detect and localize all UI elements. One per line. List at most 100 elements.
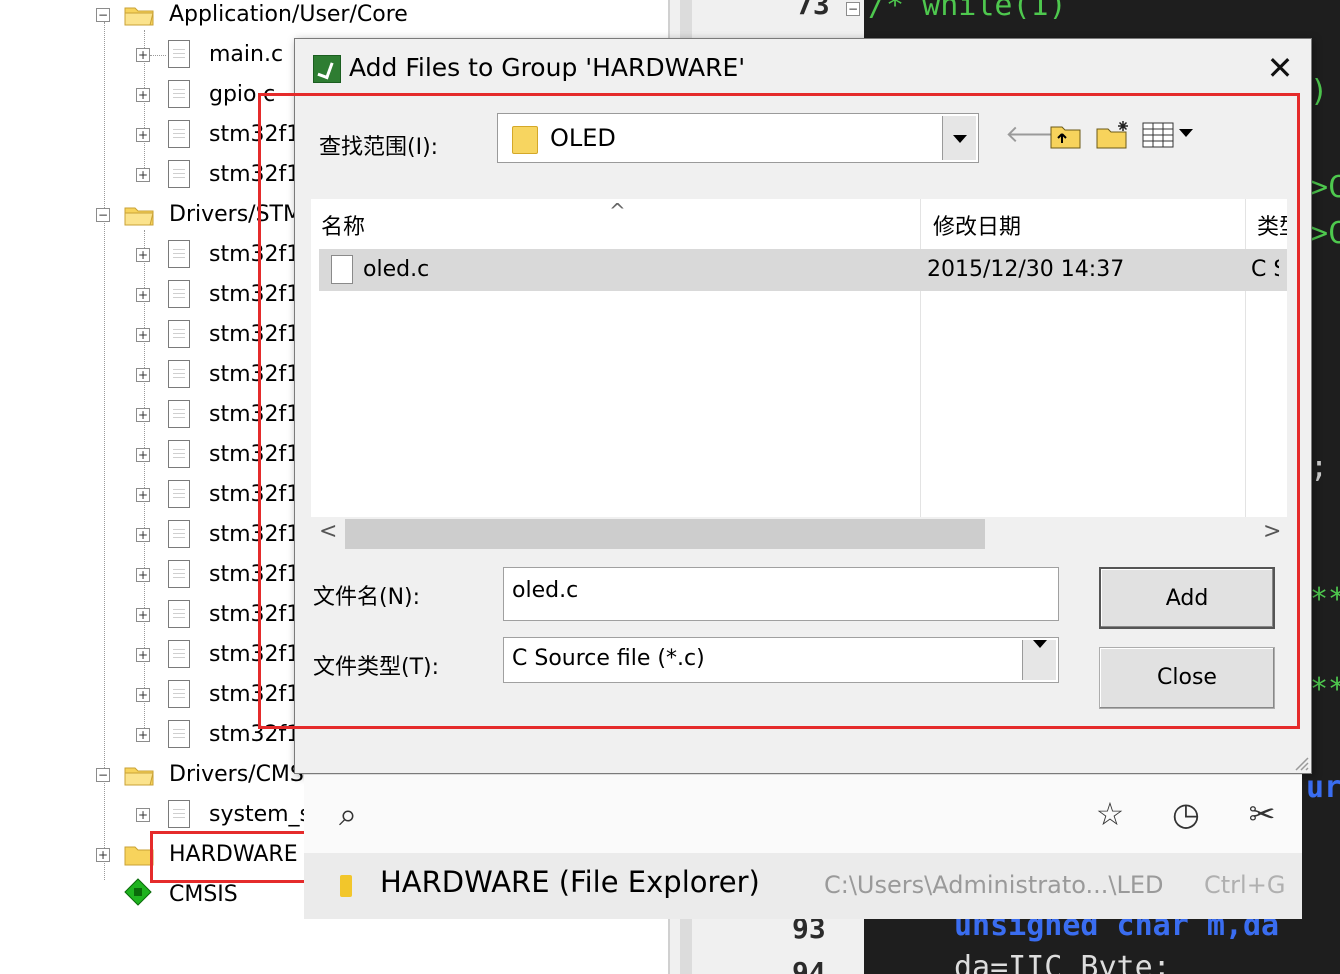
code-line: /* while(1) — [868, 0, 1067, 23]
file-label[interactable]: stm32f1 — [209, 562, 300, 587]
file-name-value: oled.c — [512, 578, 579, 603]
file-label[interactable]: gpio.c — [209, 82, 275, 107]
fold-toggle[interactable]: − — [846, 2, 860, 16]
file-label[interactable]: stm32f1 — [209, 162, 300, 187]
file-list[interactable]: ^ 名称 修改日期 类型 oled.c 2015/12/30 14:37 C S… — [311, 199, 1287, 551]
file-label[interactable]: stm32f1 — [209, 722, 300, 747]
file-label[interactable]: system_s — [209, 802, 311, 827]
expand-toggle[interactable]: + — [136, 88, 150, 102]
file-label[interactable]: stm32f1 — [209, 402, 300, 427]
column-header-modified[interactable]: 修改日期 — [933, 209, 1021, 241]
close-button[interactable]: Close — [1099, 647, 1275, 709]
expand-toggle[interactable]: + — [136, 688, 150, 702]
column-divider[interactable] — [1245, 199, 1246, 517]
resize-grip-icon[interactable] — [1291, 753, 1309, 771]
sort-ascending-icon: ^ — [609, 199, 626, 223]
expand-toggle[interactable]: + — [136, 48, 150, 62]
search-icon[interactable]: ⌕ — [328, 795, 368, 834]
file-label[interactable]: stm32f1 — [209, 362, 300, 387]
expand-toggle[interactable]: + — [136, 568, 150, 582]
collapse-toggle[interactable]: − — [96, 8, 110, 22]
view-menu-icon[interactable] — [1141, 119, 1197, 151]
file-icon — [168, 280, 190, 308]
collapse-toggle[interactable]: − — [96, 768, 110, 782]
file-label[interactable]: stm32f1 — [209, 322, 300, 347]
code-line: ur — [1306, 770, 1340, 805]
group-label[interactable]: Drivers/CMS — [169, 762, 304, 787]
back-icon[interactable]: 🡐 — [1005, 119, 1069, 151]
column-divider[interactable] — [920, 199, 921, 517]
file-icon — [168, 160, 190, 188]
expand-toggle[interactable]: + — [136, 328, 150, 342]
expand-toggle[interactable]: + — [136, 808, 150, 822]
folder-icon — [124, 846, 154, 866]
expand-toggle[interactable]: + — [136, 128, 150, 142]
column-header-name[interactable]: 名称 — [321, 209, 365, 241]
expand-toggle[interactable]: + — [136, 368, 150, 382]
file-label[interactable]: stm32f1 — [209, 522, 300, 547]
file-icon — [168, 240, 190, 268]
cmsis-component-icon — [124, 878, 152, 906]
file-label[interactable]: stm32f1 — [209, 642, 300, 667]
line-number: 73 — [796, 0, 830, 21]
file-type-select[interactable]: C Source file (*.c) — [503, 637, 1059, 683]
scroll-left-icon[interactable]: < — [319, 519, 337, 544]
file-label[interactable]: stm32f1 — [209, 122, 300, 147]
code-line: >C — [1310, 216, 1340, 251]
result-title: HARDWARE (File Explorer) — [380, 865, 760, 899]
scrollbar-thumb[interactable] — [345, 519, 985, 549]
collapse-toggle[interactable]: − — [96, 208, 110, 222]
file-label[interactable]: stm32f1 — [209, 482, 300, 507]
add-button[interactable]: Add — [1099, 567, 1275, 629]
close-icon[interactable]: ✕ — [1261, 51, 1299, 85]
code-line: >C — [1310, 170, 1340, 205]
file-icon — [168, 480, 190, 508]
expand-toggle[interactable]: + — [136, 288, 150, 302]
file-row[interactable]: oled.c 2015/12/30 14:37 C Source file — [319, 249, 1287, 291]
file-label[interactable]: stm32f1 — [209, 602, 300, 627]
file-label[interactable]: stm32f1 — [209, 282, 300, 307]
expand-toggle[interactable]: + — [136, 728, 150, 742]
file-icon — [168, 320, 190, 348]
cmsis-label[interactable]: CMSIS — [169, 882, 238, 907]
group-label[interactable]: Drivers/STM — [169, 202, 302, 227]
expand-toggle[interactable]: + — [136, 648, 150, 662]
expand-toggle[interactable]: + — [136, 528, 150, 542]
expand-toggle[interactable]: + — [96, 848, 110, 862]
expand-toggle[interactable]: + — [136, 248, 150, 262]
expand-toggle[interactable]: + — [136, 168, 150, 182]
look-in-select[interactable]: OLED — [497, 113, 979, 163]
star-icon[interactable]: ☆ — [1090, 795, 1130, 833]
result-shortcut: Ctrl+G — [1204, 871, 1286, 899]
file-type-cell: C Source file — [1251, 257, 1279, 282]
new-folder-icon[interactable] — [1095, 119, 1131, 151]
code-line: ; — [1310, 450, 1329, 485]
tools-icon[interactable]: ✂ — [1242, 795, 1282, 833]
up-folder-icon[interactable] — [1049, 119, 1083, 151]
look-in-label: 查找范围(I): — [319, 135, 439, 160]
file-icon — [168, 80, 190, 108]
file-label[interactable]: stm32f1 — [209, 682, 300, 707]
group-label[interactable]: HARDWARE — [169, 842, 298, 867]
chevron-down-icon[interactable] — [1022, 640, 1056, 680]
file-name-cell: oled.c — [363, 257, 430, 282]
file-icon — [168, 560, 190, 588]
expand-toggle[interactable]: + — [136, 488, 150, 502]
group-label[interactable]: Application/User/Core — [169, 2, 408, 27]
file-label[interactable]: stm32f1 — [209, 242, 300, 267]
expand-toggle[interactable]: + — [136, 608, 150, 622]
add-files-dialog: Add Files to Group 'HARDWARE' ✕ 查找范围(I):… — [294, 38, 1312, 774]
scroll-right-icon[interactable]: > — [1263, 519, 1281, 544]
search-bar[interactable]: ⌕ ☆ ◷ ✂ — [304, 775, 1302, 853]
search-result-row[interactable]: HARDWARE (File Explorer) C:\Users\Admini… — [304, 853, 1302, 919]
chevron-down-icon[interactable] — [942, 116, 976, 160]
file-icon — [168, 520, 190, 548]
expand-toggle[interactable]: + — [136, 448, 150, 462]
file-label[interactable]: stm32f1 — [209, 442, 300, 467]
file-label[interactable]: main.c — [209, 42, 283, 67]
horizontal-scrollbar[interactable]: < > — [311, 517, 1287, 551]
column-header-type[interactable]: 类型 — [1257, 209, 1287, 241]
expand-toggle[interactable]: + — [136, 408, 150, 422]
file-name-input[interactable]: oled.c — [503, 567, 1059, 621]
history-icon[interactable]: ◷ — [1166, 795, 1206, 833]
